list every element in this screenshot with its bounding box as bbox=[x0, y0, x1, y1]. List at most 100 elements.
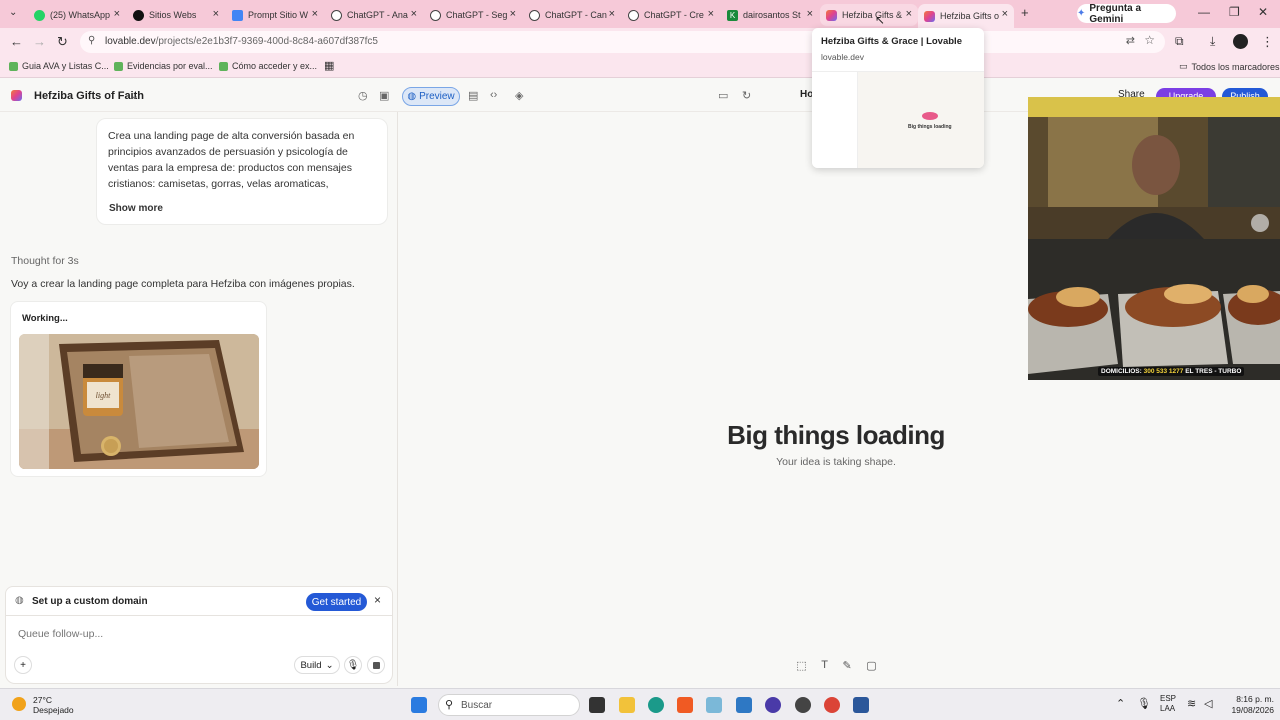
snipping-tool-icon[interactable] bbox=[706, 697, 722, 713]
reload-icon[interactable]: ↻ bbox=[57, 34, 68, 50]
food-ad-video: DOMICILIOS: 300 533 1277 EL TRES - TURBO bbox=[1028, 239, 1280, 380]
language-indicator[interactable]: ESP LAA bbox=[1160, 694, 1176, 714]
minimize-icon[interactable]: — bbox=[1198, 5, 1210, 19]
delivery-prefix: DOMICILIOS: bbox=[1101, 368, 1142, 375]
maximize-icon[interactable]: ❐ bbox=[1229, 5, 1240, 19]
get-started-button[interactable]: Get started bbox=[306, 593, 367, 611]
language-code: ESP bbox=[1160, 694, 1177, 703]
taskbar-search[interactable]: ⚲ Buscar bbox=[438, 694, 580, 716]
microphone-tray-icon[interactable]: 🎙 bbox=[1137, 697, 1151, 710]
custom-domain-text: Set up a custom domain bbox=[32, 596, 148, 607]
chevron-down-icon[interactable]: ⌄ bbox=[130, 89, 139, 102]
text-tool-icon[interactable]: T bbox=[821, 659, 828, 671]
refresh-preview-icon[interactable]: ↻ bbox=[742, 89, 751, 102]
apps-grid-icon[interactable]: ▦ bbox=[324, 59, 334, 72]
tab-whatsapp[interactable]: (25) WhatsApp × bbox=[28, 4, 126, 26]
close-icon[interactable]: × bbox=[1002, 8, 1008, 20]
delivery-phone: 300 533 1277 bbox=[1143, 368, 1184, 375]
forward-icon[interactable]: → bbox=[33, 34, 46, 49]
tab-hefziba-2[interactable]: Hefziba Gifts o × bbox=[918, 4, 1014, 28]
window-close-icon[interactable]: ✕ bbox=[1258, 5, 1268, 19]
app-circle-icon[interactable] bbox=[765, 697, 781, 713]
more-menu-icon[interactable]: ⋮ bbox=[1261, 34, 1274, 50]
system-clock[interactable]: 8:16 p. m. 19/08/2026 bbox=[1226, 694, 1274, 716]
close-icon[interactable]: × bbox=[906, 8, 912, 20]
tab-hover-card: Hefziba Gifts & Grace | Lovable lovable.… bbox=[812, 28, 984, 168]
thought-indicator[interactable]: Thought for 3s bbox=[11, 255, 79, 267]
loading-title: Big things loading bbox=[727, 420, 945, 450]
address-bar[interactable]: ⚲ lovable.dev/projects/e2e1b3f7-9369-400… bbox=[80, 31, 1165, 53]
bookmark-star-icon[interactable]: ☆ bbox=[1144, 33, 1155, 47]
tab-sitios-webs[interactable]: Sitios Webs × bbox=[127, 4, 225, 26]
globe-icon: ◍ bbox=[407, 91, 417, 102]
tab-title: ChatGPT - Ana bbox=[347, 10, 408, 20]
edge-icon[interactable] bbox=[648, 697, 664, 713]
clock-date: 19/08/2026 bbox=[1231, 705, 1274, 715]
tab-dairosantos[interactable]: K dairosantos St × bbox=[721, 4, 819, 26]
tab-prompt-sitio[interactable]: Prompt Sitio W × bbox=[226, 4, 324, 26]
close-icon[interactable]: × bbox=[510, 8, 516, 20]
close-icon[interactable]: × bbox=[374, 593, 381, 607]
history-icon[interactable]: ◷ bbox=[358, 89, 368, 102]
generated-image[interactable]: light bbox=[19, 334, 259, 469]
volume-icon[interactable]: ◁ bbox=[1204, 697, 1212, 710]
tab-chatgpt-1[interactable]: ChatGPT - Ana × bbox=[325, 4, 423, 26]
tab-search-icon[interactable]: ⌄ bbox=[9, 7, 17, 18]
task-view-icon[interactable] bbox=[589, 697, 605, 713]
all-bookmarks[interactable]: ▭ Todos los marcadores bbox=[1179, 61, 1280, 72]
show-more-button[interactable]: Show more bbox=[109, 201, 163, 217]
layers-icon[interactable]: ◈ bbox=[515, 89, 523, 102]
tab-preview[interactable]: ◍ Preview bbox=[402, 87, 460, 106]
weather-icon[interactable] bbox=[12, 697, 26, 711]
gemini-button[interactable]: ✦ Pregunta a Gemini bbox=[1077, 3, 1176, 25]
tray-overflow-icon[interactable]: ⌃ bbox=[1116, 697, 1125, 710]
bookmark-item[interactable]: Guia AVA y Listas C... bbox=[9, 61, 109, 71]
translate-icon[interactable]: ⇄ bbox=[1126, 34, 1135, 47]
wifi-icon[interactable]: ≋ bbox=[1187, 697, 1196, 710]
close-icon[interactable]: × bbox=[609, 8, 615, 20]
close-icon[interactable]: × bbox=[807, 8, 813, 20]
close-icon[interactable]: × bbox=[708, 8, 714, 20]
sidebar-toggle-icon[interactable]: ▣ bbox=[379, 89, 389, 102]
avatar[interactable] bbox=[1233, 34, 1248, 49]
tab-hefziba-1[interactable]: Hefziba Gifts & × bbox=[820, 4, 918, 26]
comment-icon[interactable]: ▢ bbox=[866, 659, 876, 672]
add-attachment-icon[interactable]: + bbox=[14, 656, 32, 674]
close-icon[interactable]: × bbox=[411, 8, 417, 20]
extensions-icon[interactable]: ⧉ bbox=[1175, 34, 1184, 49]
select-icon[interactable]: ⬚ bbox=[796, 659, 806, 672]
close-icon[interactable]: × bbox=[312, 8, 318, 20]
site-info-icon[interactable]: ⚲ bbox=[88, 35, 95, 46]
desktop-view-icon[interactable]: ▭ bbox=[718, 89, 728, 102]
close-icon[interactable]: × bbox=[213, 8, 219, 20]
tab-chatgpt-2[interactable]: ChatGPT - Seg × bbox=[424, 4, 522, 26]
app-icon[interactable] bbox=[736, 697, 752, 713]
back-icon[interactable]: ← bbox=[10, 34, 23, 49]
bookmark-item[interactable]: Cómo acceder y ex... bbox=[219, 61, 317, 71]
file-explorer-icon[interactable] bbox=[619, 697, 635, 713]
stop-icon[interactable] bbox=[367, 656, 385, 674]
pencil-icon[interactable]: ✎ bbox=[843, 659, 852, 672]
new-tab-icon[interactable]: + bbox=[1021, 5, 1029, 20]
app-dark-icon[interactable] bbox=[795, 697, 811, 713]
project-name[interactable]: Hefziba Gifts of Faith bbox=[34, 90, 144, 102]
bookmark-label: Evidencias por eval... bbox=[127, 61, 213, 71]
close-icon[interactable]: × bbox=[114, 8, 120, 20]
brave-icon[interactable] bbox=[677, 697, 693, 713]
bookmark-favicon-icon bbox=[114, 61, 123, 71]
follow-up-input[interactable] bbox=[18, 628, 318, 640]
download-icon[interactable]: ⤓ bbox=[1210, 34, 1215, 49]
code-icon[interactable]: ‹› bbox=[490, 89, 497, 101]
microphone-icon[interactable]: 🎙 bbox=[344, 656, 362, 674]
lovable-logo[interactable] bbox=[11, 90, 22, 101]
build-mode-dropdown[interactable]: Build ⌄ bbox=[294, 656, 340, 674]
windows-start-icon[interactable] bbox=[411, 697, 427, 713]
tab-chatgpt-3[interactable]: ChatGPT - Can × bbox=[523, 4, 621, 26]
chatgpt-icon bbox=[529, 9, 540, 21]
word-icon[interactable] bbox=[853, 697, 869, 713]
file-icon[interactable]: ▤ bbox=[468, 89, 478, 102]
bookmark-item[interactable]: Evidencias por eval... bbox=[114, 61, 213, 71]
chrome-icon[interactable] bbox=[824, 697, 840, 713]
tab-chatgpt-4[interactable]: ChatGPT - Cre × bbox=[622, 4, 720, 26]
weather-widget[interactable]: 27°C Despejado bbox=[33, 695, 74, 715]
